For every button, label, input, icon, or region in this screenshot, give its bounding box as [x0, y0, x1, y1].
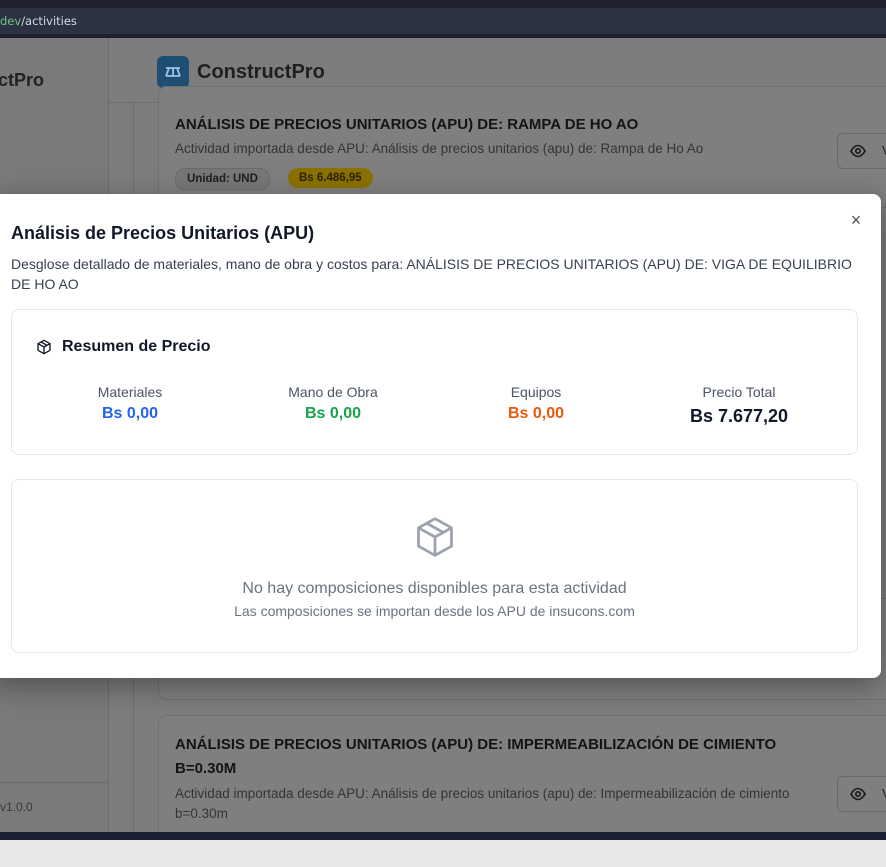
materials-value: Bs 0,00 [101, 405, 159, 422]
activity-title-line1: ANÁLISIS DE PRECIOS UNITARIOS (APU) DE: … [175, 736, 777, 753]
activity-title: ANÁLISIS DE PRECIOS UNITARIOS (APU) DE: … [175, 116, 639, 133]
price-summary-card: Resumen de Precio Materiales Bs 0,00 Man… [11, 309, 858, 455]
url-path: /activities [21, 14, 77, 28]
equipment-stat: Equipos Bs 0,00 [446, 384, 626, 423]
sidebar-brand: ctPro [0, 70, 45, 90]
total-value: Bs 7.677,20 [689, 406, 789, 426]
dialog-title: Análisis de Precios Unitarios (APU) [11, 223, 315, 243]
total-label: Precio Total [702, 384, 776, 400]
header-brand: ConstructPro [197, 61, 325, 83]
package-icon [417, 517, 453, 557]
labor-value: Bs 0,00 [304, 405, 362, 422]
materials-stat: Materiales Bs 0,00 [40, 384, 220, 423]
logo-icon [157, 56, 189, 88]
address-bar[interactable]: dev/activities [0, 8, 886, 35]
sidebar-divider [0, 782, 108, 783]
empty-message: No hay composiciones disponibles para es… [242, 580, 627, 597]
total-stat: Precio Total Bs 7.677,20 [649, 384, 829, 427]
eye-icon [850, 144, 866, 158]
bottom-strip [0, 840, 886, 867]
close-button[interactable]: × [846, 210, 866, 230]
view-button[interactable]: V [837, 133, 886, 169]
price-badge: Bs 6.486,95 [288, 168, 373, 188]
labor-stat: Mano de Obra Bs 0,00 [243, 384, 423, 423]
view-label: V [882, 786, 886, 801]
empty-hint: Las composiciones se importan desde los … [234, 603, 635, 619]
url-text[interactable]: dev/activities [0, 14, 77, 28]
dialog-description: Desglose detallado de materiales, mano d… [11, 256, 852, 292]
labor-label: Mano de Obra [288, 384, 378, 400]
package-icon [37, 339, 51, 355]
view-label: V [882, 143, 886, 158]
activity-title-line2: B=0.30M [175, 760, 237, 777]
materials-label: Materiales [97, 384, 163, 400]
url-host: dev [0, 14, 22, 28]
unit-badge: Unidad: UND [175, 168, 270, 190]
activity-description-line1: Actividad importada desde APU: Análisis … [175, 786, 790, 801]
activity-description: Actividad importada desde APU: Análisis … [175, 141, 704, 156]
compositions-empty-state: No hay composiciones disponibles para es… [11, 479, 858, 653]
equipment-label: Equipos [510, 384, 562, 400]
app-version: v1.0.0 [0, 800, 33, 814]
equipment-value: Bs 0,00 [507, 405, 565, 422]
eye-icon [850, 787, 866, 801]
view-button[interactable]: V [837, 776, 886, 812]
browser-tab-strip [0, 0, 886, 8]
apu-dialog: × Análisis de Precios Unitarios (APU) De… [0, 194, 881, 678]
activity-card[interactable]: ANÁLISIS DE PRECIOS UNITARIOS (APU) DE: … [158, 86, 886, 208]
activity-description-line2: b=0.30m [175, 806, 228, 821]
price-summary-title: Resumen de Precio [62, 338, 211, 355]
price-summary-header: Resumen de Precio [36, 338, 211, 356]
